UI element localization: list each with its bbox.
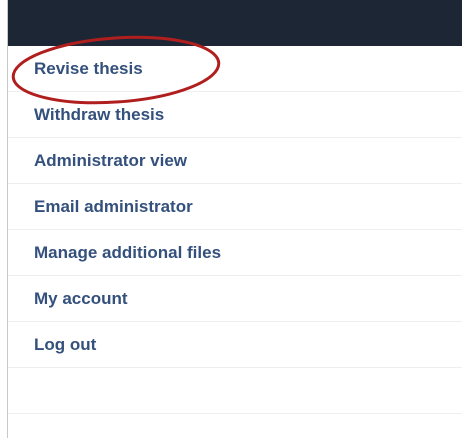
account-menu: Revise thesis Withdraw thesis Administra… (8, 46, 462, 414)
header-bar (8, 0, 462, 46)
menu-item-manage-additional-files[interactable]: Manage additional files (8, 230, 462, 276)
menu-item-my-account[interactable]: My account (8, 276, 462, 322)
menu-item-email-administrator[interactable]: Email administrator (8, 184, 462, 230)
menu-item-withdraw-thesis[interactable]: Withdraw thesis (8, 92, 462, 138)
menu-item-administrator-view[interactable]: Administrator view (8, 138, 462, 184)
menu-item-empty (8, 368, 462, 414)
menu-item-log-out[interactable]: Log out (8, 322, 462, 368)
account-menu-panel: Revise thesis Withdraw thesis Administra… (7, 0, 462, 438)
menu-item-revise-thesis[interactable]: Revise thesis (8, 46, 462, 92)
